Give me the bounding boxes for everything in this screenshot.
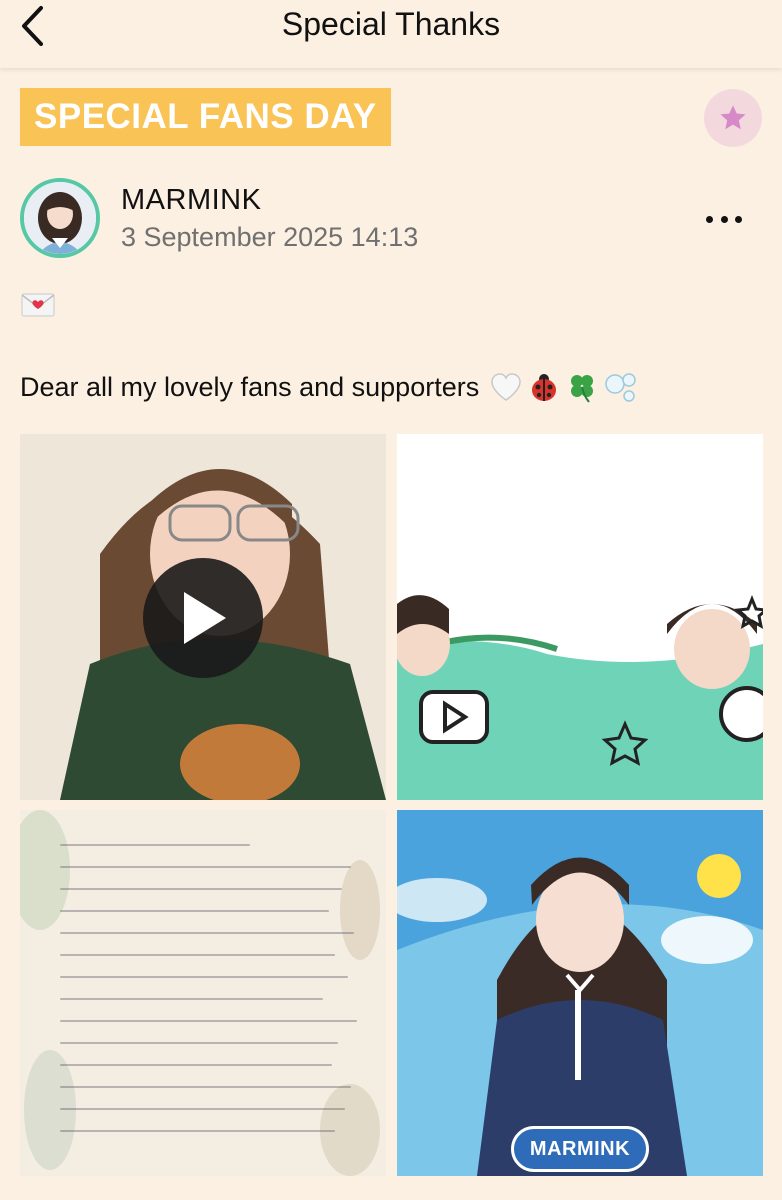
top-app-bar: Special Thanks — [0, 0, 782, 68]
member-name-badge: MARMINK — [511, 1126, 649, 1172]
four-leaf-clover-icon — [571, 375, 594, 403]
avatar-image — [24, 182, 96, 254]
profile-image — [397, 810, 763, 1176]
avatar[interactable] — [20, 178, 100, 258]
media-video-tile[interactable] — [20, 434, 386, 800]
more-options-button[interactable] — [702, 204, 746, 234]
media-letter-tile[interactable] — [20, 810, 386, 1176]
love-letter-icon — [21, 293, 55, 317]
letter-text-lines — [60, 824, 366, 1166]
media-profile-tile[interactable]: MARMINK — [397, 810, 763, 1176]
play-button[interactable] — [143, 558, 263, 678]
graphic-image — [397, 434, 763, 800]
star-icon — [720, 105, 746, 130]
play-icon — [184, 592, 226, 644]
favorite-button[interactable] — [704, 89, 762, 147]
ladybug-icon — [532, 374, 557, 401]
bubbles-icon — [605, 373, 636, 402]
white-heart-icon — [491, 373, 521, 401]
post-date: 3 September 2025 14:13 — [121, 222, 419, 252]
post-text: Dear all my lovely fans and supporters — [20, 371, 480, 402]
media-image-tile[interactable] — [397, 434, 763, 800]
more-horizontal-icon — [706, 215, 713, 223]
emoji-row — [489, 370, 639, 404]
page-title: Special Thanks — [281, 6, 501, 42]
special-fans-day-banner: SPECIAL FANS DAY — [20, 88, 391, 146]
post-body: Dear all my lovely fans and supporters — [20, 370, 639, 404]
author-name[interactable]: MARMINK — [121, 184, 261, 217]
